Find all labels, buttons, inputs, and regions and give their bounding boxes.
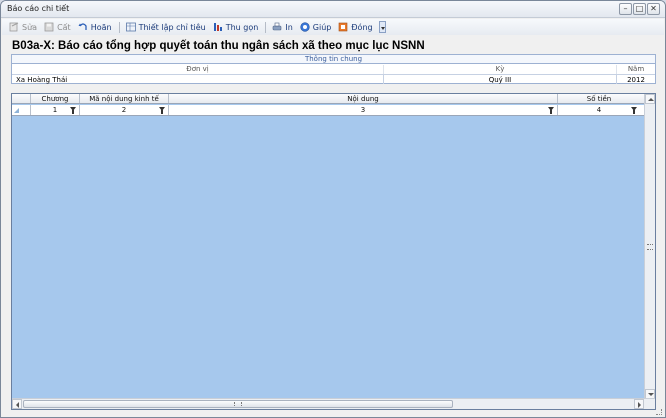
year-value: 2012 xyxy=(617,74,655,84)
filter-number: 2 xyxy=(121,106,127,114)
unit-value: Xa Hoàng Thái xyxy=(12,74,384,84)
window-controls: – □ ✕ xyxy=(618,3,660,16)
toolbar: Sửa Cất Hoãn Thiết lập chỉ tiêu Thu gọn xyxy=(2,19,664,35)
save-icon xyxy=(44,22,54,32)
collapse-icon xyxy=(213,22,223,32)
general-info-header: Đơn vị Kỳ Năm xyxy=(12,65,655,74)
period-value: Quý III xyxy=(384,74,617,84)
toolbar-setup-criteria-button[interactable]: Thiết lập chỉ tiêu xyxy=(123,20,209,34)
column-header-chuong[interactable]: Chương xyxy=(31,94,80,103)
column-header-ma-noi-dung[interactable]: Mã nội dung kinh tế xyxy=(80,94,169,103)
toolbar-help-button[interactable]: Giúp xyxy=(297,20,335,34)
horizontal-scroll-thumb[interactable] xyxy=(23,400,453,408)
window-title: Báo cáo chi tiết xyxy=(7,4,70,13)
report-window: Báo cáo chi tiết – □ ✕ Sửa Cất Hoãn Thiế… xyxy=(0,0,666,418)
close-door-icon xyxy=(338,22,348,32)
toolbar-edit-button[interactable]: Sửa xyxy=(6,20,40,34)
scroll-left-icon[interactable] xyxy=(12,399,22,409)
filter-cell-chuong[interactable]: 1 xyxy=(31,105,80,115)
close-window-button[interactable]: ✕ xyxy=(647,3,660,15)
report-grid[interactable]: Chương Mã nội dung kinh tế Nội dung Số t… xyxy=(11,93,656,410)
settings-table-icon xyxy=(125,22,136,32)
resize-grip-icon[interactable] xyxy=(656,409,662,415)
row-indicator-icon xyxy=(14,108,20,114)
general-info-panel: Thông tin chung Đơn vị Kỳ Năm Xa Hoàng T… xyxy=(11,54,656,84)
toolbar-save-label: Cất xyxy=(57,22,71,32)
toolbar-print-label: In xyxy=(285,22,293,32)
toolbar-setup-criteria-label: Thiết lập chỉ tiêu xyxy=(138,22,206,32)
toolbar-print-button[interactable]: In xyxy=(269,20,295,34)
undo-icon xyxy=(78,22,88,32)
period-header: Kỳ xyxy=(384,65,617,74)
minimize-icon: – xyxy=(623,4,628,13)
filter-funnel-icon[interactable] xyxy=(631,107,638,114)
filter-funnel-icon[interactable] xyxy=(159,107,166,114)
filter-cell-so-tien[interactable]: 4 xyxy=(558,105,640,115)
toolbar-undo-button[interactable]: Hoãn xyxy=(75,20,115,34)
toolbar-separator xyxy=(118,21,120,33)
filter-number: 3 xyxy=(360,106,366,114)
maximize-icon: □ xyxy=(635,4,644,13)
column-header-so-tien[interactable]: Số tiền xyxy=(558,94,640,103)
grid-header-row: Chương Mã nội dung kinh tế Nội dung Số t… xyxy=(12,94,645,104)
toolbar-edit-label: Sửa xyxy=(22,22,38,32)
scroll-grip-icon xyxy=(647,244,653,250)
filter-funnel-icon[interactable] xyxy=(70,107,77,114)
year-header: Năm xyxy=(627,65,645,73)
help-icon xyxy=(300,22,310,32)
edit-icon xyxy=(9,22,19,32)
filter-funnel-icon[interactable] xyxy=(548,107,555,114)
minimize-button[interactable]: – xyxy=(619,3,632,15)
row-selector-cell[interactable] xyxy=(12,105,31,115)
toolbar-save-button[interactable]: Cất xyxy=(41,20,74,34)
toolbar-help-label: Giúp xyxy=(312,22,332,32)
printer-icon xyxy=(272,22,282,32)
row-selector-header[interactable] xyxy=(12,94,31,103)
vertical-scrollbar[interactable] xyxy=(644,94,655,399)
title-bar[interactable]: Báo cáo chi tiết – □ ✕ xyxy=(1,1,665,18)
toolbar-undo-label: Hoãn xyxy=(90,22,112,32)
status-bar xyxy=(2,409,664,416)
maximize-button[interactable]: □ xyxy=(633,3,646,15)
toolbar-collapse-button[interactable]: Thu gọn xyxy=(210,20,262,34)
toolbar-collapse-label: Thu gọn xyxy=(225,22,259,32)
toolbar-separator xyxy=(265,21,267,33)
close-icon: ✕ xyxy=(650,4,657,13)
filter-cell-noi-dung[interactable]: 3 xyxy=(169,105,558,115)
toolbar-close-button[interactable]: Đóng xyxy=(335,20,375,34)
column-header-noi-dung[interactable]: Nội dung xyxy=(169,94,558,103)
general-info-caption: Thông tin chung xyxy=(12,55,655,64)
toolbar-overflow-button[interactable] xyxy=(378,21,386,33)
horizontal-scrollbar[interactable] xyxy=(12,398,655,409)
filter-cell-ma-noi-dung[interactable]: 2 xyxy=(80,105,169,115)
general-info-values: Xa Hoàng Thái Quý III 2012 xyxy=(12,74,655,84)
toolbar-close-label: Đóng xyxy=(351,22,373,32)
filter-number: 1 xyxy=(52,106,58,114)
grid-filter-row: 1 2 3 4 xyxy=(12,105,645,116)
report-title: B03a-X: Báo cáo tổng hợp quyết toán thu … xyxy=(12,40,425,52)
scroll-right-icon[interactable] xyxy=(634,399,644,409)
scroll-up-icon[interactable] xyxy=(645,94,655,104)
filter-number: 4 xyxy=(596,106,602,114)
unit-header: Đơn vị xyxy=(12,65,384,74)
